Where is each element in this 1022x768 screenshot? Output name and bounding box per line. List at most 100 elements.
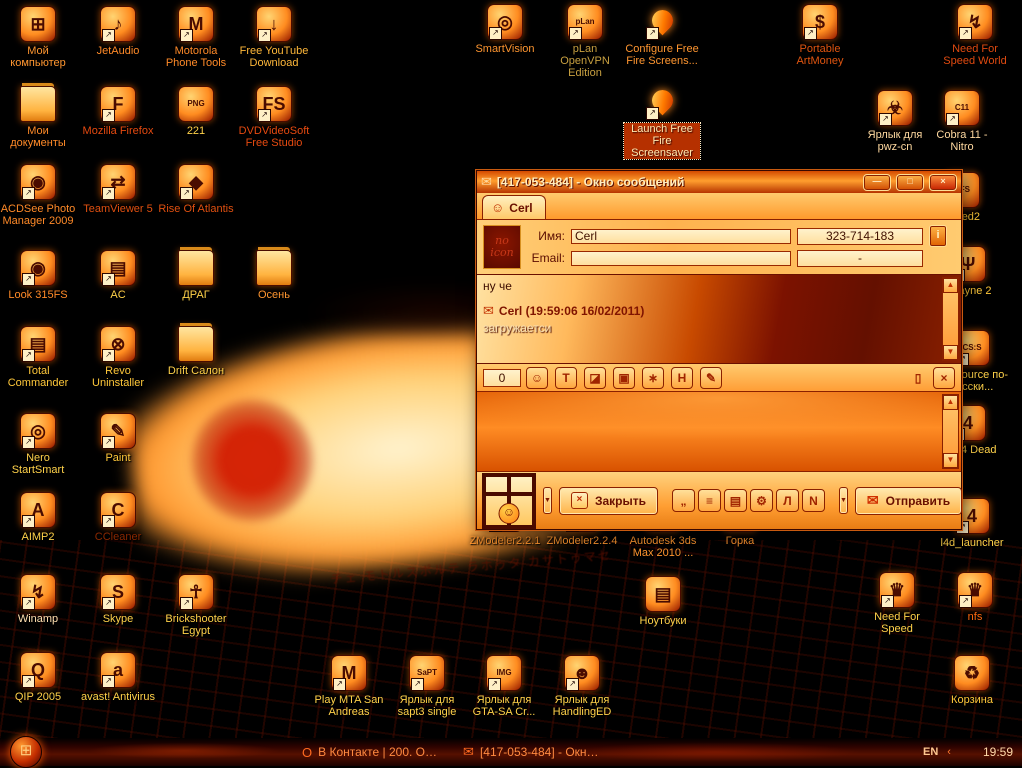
icon-nfs[interactable]: ♛ ↗ nfs	[937, 572, 1013, 623]
wallpaper-rising-sun-graphic	[190, 398, 315, 523]
toolbar-glyph: ✎	[705, 370, 717, 385]
info-button[interactable]: i	[929, 225, 947, 247]
close-message-button[interactable]: × Закрыть	[558, 486, 658, 515]
start-button[interactable]: ⊞	[10, 736, 42, 768]
icon-qip-2005[interactable]: Q ↗ QIP 2005	[0, 652, 76, 703]
wrench-icon[interactable]: ⚙	[749, 489, 773, 512]
icon-jetaudio[interactable]: ♪ ↗ JetAudio	[80, 6, 156, 57]
task-vkontakte[interactable]: O В Контакте | 200. О…	[302, 745, 437, 760]
icon-smartvision[interactable]: ◎ ↗ SmartVision	[467, 4, 543, 55]
icon-mozilla-firefox[interactable]: F ↗ Mozilla Firefox	[80, 86, 156, 137]
desktop-icon-label: Mozilla Firefox	[82, 125, 154, 137]
mid-glyph: ⚙	[756, 493, 767, 508]
icon-winamp[interactable]: ↯ ↗ Winamp	[0, 574, 76, 625]
task-message-window[interactable]: ✉ [417-053-484] - Окн…	[463, 744, 599, 760]
icon-rise-of-atlantis[interactable]: ◆ ↗ Rise Of Atlantis	[158, 164, 234, 215]
icon-ac[interactable]: ▤ ↗ AC	[80, 250, 156, 301]
desktop-icon-image: C11 ↗	[944, 90, 980, 126]
close-button[interactable]: ×	[929, 173, 957, 191]
icon-folder-drift-salon[interactable]: ↗ Drift Салон	[158, 326, 234, 377]
notes-icon[interactable]: ≡	[697, 489, 721, 512]
icon-acdsee-photo-manager[interactable]: ◉ ↗ ACDSee Photo Manager 2009	[0, 164, 76, 227]
icon-my-computer[interactable]: ⊞ ↗ Мой компьютер	[0, 6, 76, 69]
icon-launch-free-fire-screensaver[interactable]: ↗ Launch Free Fire Screensaver	[623, 84, 701, 160]
email-label: Email:	[531, 251, 565, 265]
message-toolbar: 0 ☺ T ◪ ▣ ∗ H ✎ ▯ ×	[477, 364, 961, 392]
icon-look-315fs[interactable]: ◉ ↗ Look 315FS	[0, 250, 76, 301]
name-field[interactable]	[571, 228, 791, 244]
tray-chevron-icon[interactable]: ‹	[947, 746, 951, 758]
quote-icon[interactable]: „	[671, 489, 695, 512]
desktop-icon-label: TeamViewer 5	[83, 203, 153, 215]
message-input-area[interactable]: ▲ ▼	[477, 392, 961, 471]
uin-field[interactable]: 323-714-183	[797, 227, 923, 245]
icon-dvdvideosoft-free-studio[interactable]: FS ↗ DVDVideoSoft Free Studio	[236, 86, 312, 149]
log-scrollbar[interactable]: ▲ ▼	[942, 277, 959, 361]
minimize-button[interactable]: —	[863, 173, 891, 191]
history-icon[interactable]: H	[671, 366, 693, 389]
spellcheck-icon[interactable]: N	[801, 489, 825, 512]
icon-recycle-bin[interactable]: ♻ ↗ Корзина	[934, 655, 1010, 706]
email-field[interactable]	[571, 250, 791, 266]
desktop-icon-image: M ↗	[178, 6, 214, 42]
window-titlebar[interactable]: ✉ [417-053-484] - Окно сообщений — □ ×	[477, 171, 961, 193]
smiley-icon[interactable]: ☺	[526, 366, 548, 389]
toolbar-close-button[interactable]: ×	[933, 366, 955, 389]
icon-total-commander[interactable]: ▤ ↗ Total Commander	[0, 326, 76, 389]
scroll-down-icon[interactable]: ▼	[943, 453, 958, 468]
icon-png-221[interactable]: PNG ↗ 221	[158, 86, 234, 137]
mid-glyph: „	[680, 493, 687, 508]
icon-cobra-11-nitro[interactable]: C11 ↗ Cobra 11 - Nitro	[924, 90, 1000, 153]
font-icon[interactable]: T	[555, 366, 577, 389]
desktop-icon-label: Мой компьютер	[10, 45, 66, 69]
icon-folder-drag[interactable]: ↗ ДРАГ	[158, 250, 234, 301]
icon-ccleaner[interactable]: C ↗ CCleaner	[80, 492, 156, 543]
icon-play-mta-san-andreas[interactable]: M ↗ Play MTA San Andreas	[311, 655, 387, 718]
icon-paint[interactable]: ✎ ↗ Paint	[80, 413, 156, 464]
dictionary-icon[interactable]: ▤	[723, 489, 747, 512]
icon-handling-ed[interactable]: ☻ ↗ Ярлык для HandlingED	[544, 655, 620, 718]
icon-plan-openvpn[interactable]: pLan ↗ pLan OpenVPN Edition	[547, 4, 623, 79]
icon-my-documents[interactable]: ↗ Мои документы	[0, 86, 76, 149]
icon-revo-uninstaller[interactable]: ⊗ ↗ Revo Uninstaller	[80, 326, 156, 389]
icon-pwz-cn[interactable]: ☣ ↗ Ярлык для pwz-cn	[857, 90, 933, 153]
icon-need-for-speed-world[interactable]: ↯ ↗ Need For Speed World	[937, 4, 1013, 67]
icon-gta-sa-cr[interactable]: IMG ↗ Ярлык для GTA-SA Cr...	[466, 655, 542, 718]
tab-cerl[interactable]: ☺ Cerl	[482, 195, 546, 219]
contact-avatar: no icon	[483, 225, 521, 269]
icon-free-youtube-download[interactable]: ↓ ↗ Free YouTube Download	[236, 6, 312, 69]
translit-icon[interactable]: Л	[775, 489, 799, 512]
close-options-dropdown[interactable]: ▼	[543, 487, 552, 514]
new-page-icon[interactable]: ▯	[908, 368, 928, 388]
scroll-up-icon[interactable]: ▲	[943, 278, 958, 293]
shortcut-arrow-icon: ↗	[646, 107, 659, 120]
send-button[interactable]: ✉ Отправить	[854, 486, 963, 515]
language-indicator[interactable]: EN	[923, 746, 938, 758]
icon-teamviewer-5[interactable]: ⇄ ↗ TeamViewer 5	[80, 164, 156, 215]
send-options-dropdown[interactable]: ▼	[838, 487, 848, 514]
save-icon[interactable]: ▣	[613, 366, 635, 389]
icon-portable-artmoney[interactable]: $ ↗ Portable ArtMoney	[782, 4, 858, 67]
desktop-icon-image: ↗	[178, 326, 214, 362]
scroll-down-icon[interactable]: ▼	[943, 345, 958, 360]
shortcut-arrow-icon: ↗	[102, 515, 115, 528]
image-edit-icon[interactable]: ✎	[700, 366, 722, 389]
input-scrollbar[interactable]: ▲ ▼	[942, 394, 959, 469]
folder-star-icon[interactable]: ∗	[642, 366, 664, 389]
taskbar: ⊞ O В Контакте | 200. О… ✉ [417-053-484]…	[0, 736, 1022, 768]
icon-noutbuki[interactable]: ▤ ↗ Ноутбуки	[625, 576, 701, 627]
color-fill-icon[interactable]: ◪	[584, 366, 606, 389]
icon-brickshooter-egypt[interactable]: ☥ ↗ Brickshooter Egypt	[158, 574, 234, 637]
icon-sapt3-single[interactable]: SaPT ↗ Ярлык для sapt3 single	[389, 655, 465, 718]
maximize-button[interactable]: □	[896, 173, 924, 191]
icon-folder-osen[interactable]: ↗ Осень	[236, 250, 312, 301]
icon-aimp2[interactable]: A ↗ AIMP2	[0, 492, 76, 543]
icon-nero-startsmart[interactable]: ◎ ↗ Nero StartSmart	[0, 413, 76, 476]
icon-motorola-phone-tools[interactable]: M ↗ Motorola Phone Tools	[158, 6, 234, 69]
icon-need-for-speed[interactable]: ♛ ↗ Need For Speed	[859, 572, 935, 635]
icon-configure-free-fire-screens[interactable]: ↗ Configure Free Fire Screens...	[624, 4, 700, 67]
scroll-up-icon[interactable]: ▲	[943, 395, 958, 410]
icon-skype[interactable]: S ↗ Skype	[80, 574, 156, 625]
icon-avast-antivirus[interactable]: a ↗ avast! Antivirus	[80, 652, 156, 703]
desktop-icon-label: AC	[110, 289, 126, 301]
